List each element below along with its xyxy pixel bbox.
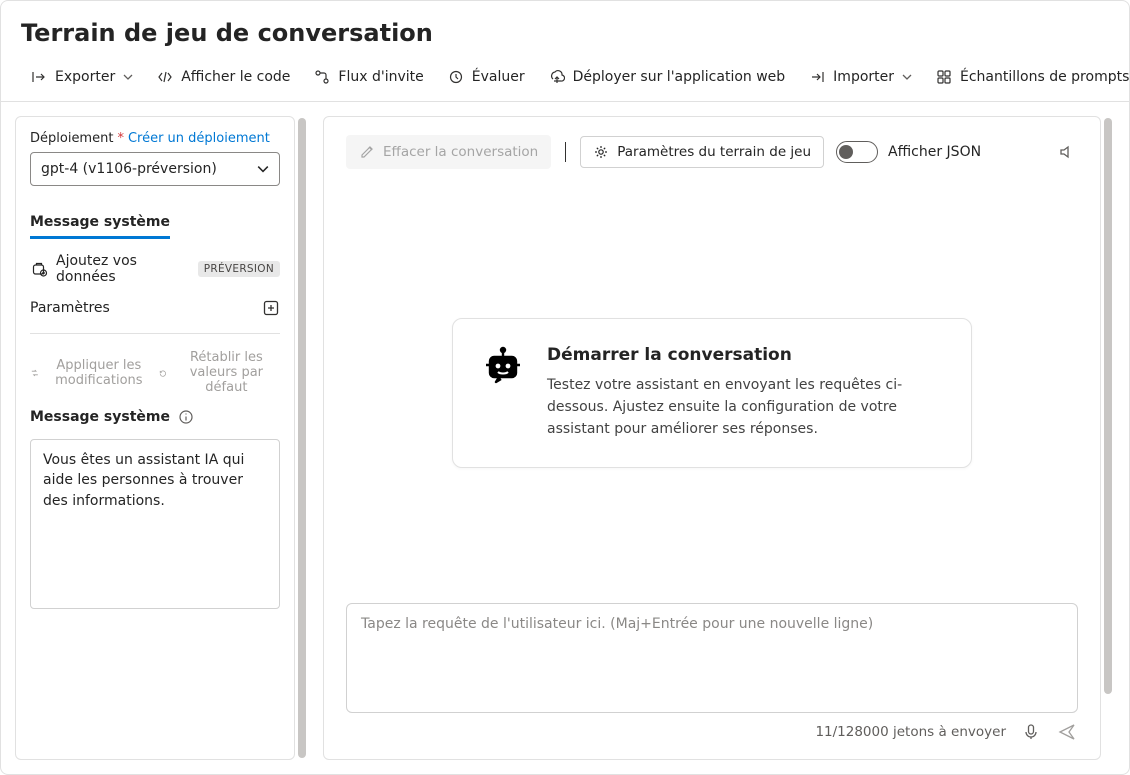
left-scrollbar[interactable] bbox=[295, 116, 309, 760]
card-text: Testez votre assistant en envoyant les r… bbox=[547, 375, 943, 440]
playground-settings-button[interactable]: Paramètres du terrain de jeu bbox=[580, 136, 824, 168]
add-data-icon bbox=[30, 260, 48, 278]
show-json-toggle[interactable] bbox=[836, 141, 878, 163]
page-title: Terrain de jeu de conversation bbox=[1, 1, 1129, 57]
config-panel: Déploiement * Créer un déploiement gpt-4… bbox=[15, 116, 295, 760]
chat-input[interactable]: Tapez la requête de l'utilisateur ici. (… bbox=[346, 603, 1078, 713]
parameters-label: Paramètres bbox=[30, 300, 110, 316]
info-icon[interactable] bbox=[178, 409, 194, 425]
expand-parameters-button[interactable] bbox=[262, 299, 280, 317]
bot-icon bbox=[481, 345, 525, 440]
flow-icon bbox=[314, 69, 330, 85]
import-button[interactable]: Importer bbox=[799, 63, 922, 91]
system-message-label: Message système bbox=[30, 409, 170, 425]
evaluate-button[interactable]: Évaluer bbox=[438, 63, 535, 91]
reset-defaults-button: Rétablir les valeurs par défaut bbox=[158, 350, 280, 395]
grid-icon bbox=[936, 69, 952, 85]
deploy-web-button[interactable]: Déployer sur l'application web bbox=[539, 63, 796, 91]
prompt-samples-button[interactable]: Échantillons de prompts bbox=[926, 63, 1130, 91]
export-icon bbox=[31, 69, 47, 85]
required-indicator: * bbox=[117, 131, 124, 146]
import-icon bbox=[809, 69, 825, 85]
chevron-down-icon bbox=[902, 72, 912, 82]
prompt-flow-button[interactable]: Flux d'invite bbox=[304, 63, 433, 91]
divider bbox=[565, 142, 566, 162]
toolbar: Exporter Afficher le code Flux d'invite … bbox=[1, 57, 1129, 102]
system-actions: Appliquer les modifications Rétablir les… bbox=[30, 350, 280, 395]
create-deployment-link[interactable]: Créer un déploiement bbox=[128, 131, 270, 146]
start-conversation-card: Démarrer la conversation Testez votre as… bbox=[452, 318, 972, 467]
system-message-input[interactable]: Vous êtes un assistant IA qui aide les p… bbox=[30, 439, 280, 609]
chevron-down-icon bbox=[123, 72, 133, 82]
right-scrollbar[interactable] bbox=[1101, 116, 1115, 760]
export-button[interactable]: Exporter bbox=[21, 63, 143, 91]
show-code-button[interactable]: Afficher le code bbox=[147, 63, 300, 91]
microphone-icon[interactable] bbox=[1020, 721, 1042, 743]
apply-changes-button: Appliquer les modifications bbox=[30, 350, 152, 395]
deploy-icon bbox=[549, 69, 565, 85]
speaker-icon[interactable] bbox=[1056, 141, 1078, 163]
show-json-label: Afficher JSON bbox=[888, 144, 981, 160]
clear-conversation-button: Effacer la conversation bbox=[346, 135, 551, 169]
preview-badge: PRÉVERSION bbox=[198, 261, 280, 277]
chevron-down-icon bbox=[257, 163, 269, 175]
deployment-select[interactable]: gpt-4 (v1106-préversion) bbox=[30, 152, 280, 186]
tab-system-message[interactable]: Message système bbox=[30, 214, 170, 239]
card-title: Démarrer la conversation bbox=[547, 345, 943, 365]
code-icon bbox=[157, 69, 173, 85]
evaluate-icon bbox=[448, 69, 464, 85]
token-status: 11/128000 jetons à envoyer bbox=[815, 724, 1006, 740]
send-icon[interactable] bbox=[1056, 721, 1078, 743]
chat-panel: Effacer la conversation Paramètres du te… bbox=[323, 116, 1101, 760]
add-data-label[interactable]: Ajoutez vos données bbox=[56, 253, 190, 285]
deployment-label: Déploiement bbox=[30, 131, 113, 146]
